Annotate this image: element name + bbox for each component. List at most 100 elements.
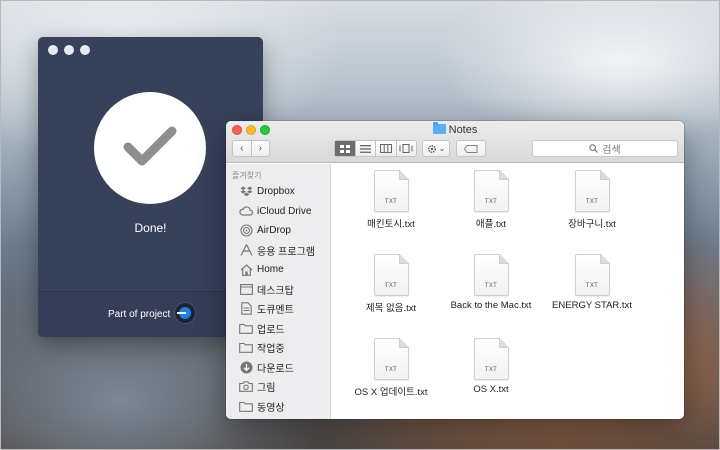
file-grid: TXT 매킨토시.txt TXT 애플.txt TXT 장바구니.txt TXT 제목 없음.… xyxy=(332,164,684,419)
sidebar-section-favorites: 즐겨찾기 xyxy=(232,171,262,180)
file-item[interactable]: TXT 장바구니.txt xyxy=(542,170,642,230)
nav-buttons: ‹ › xyxy=(232,140,270,157)
sidebar: 즐겨찾기 Dropbox iCloud Drive AirDrop 응용 프로그램 Ho… xyxy=(226,164,331,419)
document-icon xyxy=(239,302,253,315)
file-extension-label: TXT xyxy=(384,367,398,373)
coverflow-view-button[interactable] xyxy=(397,141,417,156)
file-name: 매킨토시.txt xyxy=(367,219,415,230)
sidebar-item-label: iCloud Drive xyxy=(257,205,312,217)
cloud-icon xyxy=(239,205,253,217)
sidebar-item-label: 작업중 xyxy=(257,344,285,356)
sidebar-item[interactable]: 작업중 xyxy=(226,338,330,358)
file-extension-label: TXT xyxy=(384,199,398,205)
camera-icon xyxy=(239,381,253,393)
file-name: ENERGY STAR.txt xyxy=(552,300,632,311)
download-icon xyxy=(239,361,253,374)
file-item[interactable]: TXT ENERGY STAR.txt xyxy=(542,254,642,311)
list-icon xyxy=(359,144,371,153)
dropbox-icon xyxy=(239,186,253,198)
sidebar-item[interactable]: 그림 xyxy=(226,377,330,397)
sidebar-item-label: 그림 xyxy=(257,383,276,395)
sidebar-item-label: 동영상 xyxy=(257,402,285,414)
sidebar-item[interactable]: 데스크탑 xyxy=(226,280,330,300)
sidebar-item-label: AirDrop xyxy=(257,225,291,237)
column-view-button[interactable] xyxy=(376,141,397,156)
folder-icon xyxy=(432,122,446,134)
file-extension-label: TXT xyxy=(484,283,498,289)
sidebar-item[interactable]: Dropbox xyxy=(226,182,330,202)
sidebar-item-label: 도큐멘트 xyxy=(257,305,294,317)
sidebar-item[interactable]: 업로드 xyxy=(226,319,330,339)
action-menu-button[interactable]: ⌄ xyxy=(422,140,450,157)
search-icon xyxy=(589,144,599,153)
file-extension-label: TXT xyxy=(585,199,599,205)
list-view-button[interactable] xyxy=(356,141,376,156)
sidebar-item-label: 데스크탑 xyxy=(257,285,294,297)
file-name: Back to the Mac.txt xyxy=(450,300,532,311)
desktop-icon xyxy=(239,283,253,295)
text-file-icon: TXT xyxy=(473,254,509,296)
project-label: Part of project xyxy=(108,309,171,320)
sidebar-item-label: 업로드 xyxy=(257,324,285,336)
project-logo-icon[interactable] xyxy=(174,302,196,324)
file-extension-label: TXT xyxy=(384,283,398,289)
file-extension-label: TXT xyxy=(484,199,498,205)
finder-window: Notes ‹ › ⌄ 검색 즐겨찾기 Dropbox iCloud Drive… xyxy=(226,121,684,419)
folder-icon xyxy=(239,322,253,334)
file-name: OS X.txt xyxy=(473,384,509,395)
airdrop-icon xyxy=(239,224,253,237)
applications-icon xyxy=(239,244,253,257)
file-item[interactable]: TXT Back to the Mac.txt xyxy=(441,254,541,311)
sidebar-item[interactable]: 동영상 xyxy=(226,397,330,417)
checkmark-icon xyxy=(123,126,177,166)
close-dot[interactable] xyxy=(48,45,58,55)
window-title: Notes xyxy=(226,122,684,136)
search-placeholder: 검색 xyxy=(602,145,621,156)
folder-icon xyxy=(239,342,253,354)
text-file-icon: TXT xyxy=(574,170,610,212)
file-name: OS X 업데이트.txt xyxy=(354,387,428,398)
sidebar-item-label: Home xyxy=(257,264,284,276)
file-item[interactable]: TXT 제목 없음.txt xyxy=(341,254,441,314)
gear-icon xyxy=(427,144,436,153)
file-item[interactable]: TXT 애플.txt xyxy=(441,170,541,230)
file-item[interactable]: TXT OS X.txt xyxy=(441,338,541,395)
sidebar-item[interactable]: iCloud Drive xyxy=(226,202,330,222)
text-file-icon: TXT xyxy=(574,254,610,296)
success-badge xyxy=(94,92,206,204)
file-name: 제목 없음.txt xyxy=(365,303,417,314)
text-file-icon: TXT xyxy=(373,254,409,296)
sidebar-item[interactable]: Home xyxy=(226,260,330,280)
text-file-icon: TXT xyxy=(473,170,509,212)
back-button[interactable]: ‹ xyxy=(233,141,252,156)
file-item[interactable]: TXT 매킨토시.txt xyxy=(341,170,441,230)
icon-view-button[interactable] xyxy=(335,141,356,156)
file-extension-label: TXT xyxy=(484,367,498,373)
text-file-icon: TXT xyxy=(373,170,409,212)
toolbar: Notes ‹ › ⌄ 검색 xyxy=(226,121,684,163)
file-name: 장바구니.txt xyxy=(568,219,616,230)
minimize-dot[interactable] xyxy=(64,45,74,55)
sidebar-item-label: 응용 프로그램 xyxy=(257,246,315,258)
file-name: 애플.txt xyxy=(475,219,507,230)
sidebar-item[interactable]: 도큐멘트 xyxy=(226,299,330,319)
home-icon xyxy=(239,263,253,276)
tag-icon xyxy=(464,144,478,153)
chevron-down-icon: ⌄ xyxy=(438,144,446,153)
view-mode-control xyxy=(334,140,417,157)
coverflow-icon xyxy=(399,144,413,153)
text-file-icon: TXT xyxy=(473,338,509,380)
window-controls xyxy=(48,45,90,55)
sidebar-item[interactable]: AirDrop xyxy=(226,221,330,241)
file-extension-label: TXT xyxy=(585,283,599,289)
sidebar-item[interactable]: 응용 프로그램 xyxy=(226,241,330,261)
sidebar-item-label: 다운로드 xyxy=(257,363,294,375)
sidebar-item[interactable]: 다운로드 xyxy=(226,358,330,378)
forward-button[interactable]: › xyxy=(252,141,270,156)
search-input[interactable]: 검색 xyxy=(532,140,678,157)
tag-button[interactable] xyxy=(456,140,486,157)
file-item[interactable]: TXT OS X 업데이트.txt xyxy=(341,338,441,398)
columns-icon xyxy=(379,144,392,153)
grid-icon xyxy=(339,144,350,153)
zoom-dot[interactable] xyxy=(80,45,90,55)
